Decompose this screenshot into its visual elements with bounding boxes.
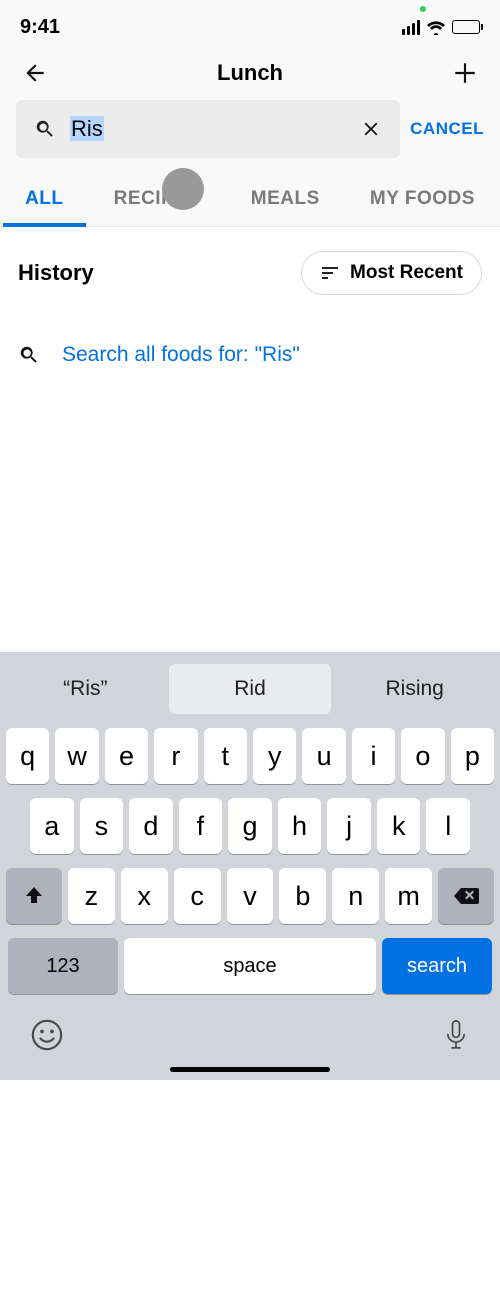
home-indicator[interactable] xyxy=(170,1067,330,1072)
key-i[interactable]: i xyxy=(352,728,395,784)
key-e[interactable]: e xyxy=(105,728,148,784)
wifi-icon xyxy=(426,20,446,35)
key-h[interactable]: h xyxy=(278,798,322,854)
clear-icon[interactable] xyxy=(360,118,382,140)
history-title: History xyxy=(18,260,94,286)
suggestion-bar: “Ris” Rid Rising xyxy=(4,660,496,718)
page-title: Lunch xyxy=(217,60,283,86)
keyboard: “Ris” Rid Rising q w e r t y u i o p a s… xyxy=(0,652,500,1080)
key-row-2: a s d f g h j k l xyxy=(6,798,494,854)
key-row-3: z x c v b n m xyxy=(6,868,494,924)
recording-indicator-dot xyxy=(420,6,426,12)
suggestion-2[interactable]: Rid xyxy=(169,664,332,714)
key-f[interactable]: f xyxy=(179,798,223,854)
key-j[interactable]: j xyxy=(327,798,371,854)
key-x[interactable]: x xyxy=(121,868,168,924)
space-key[interactable]: space xyxy=(124,938,376,994)
emoji-icon[interactable] xyxy=(30,1018,64,1052)
suggestion-1[interactable]: “Ris” xyxy=(4,660,167,718)
search-icon xyxy=(34,118,56,140)
key-a[interactable]: a xyxy=(30,798,74,854)
tabs: ALL RECIPES MEALS MY FOODS xyxy=(0,168,500,227)
battery-icon xyxy=(452,20,480,34)
key-b[interactable]: b xyxy=(279,868,326,924)
backspace-icon xyxy=(452,885,480,907)
key-n[interactable]: n xyxy=(332,868,379,924)
key-l[interactable]: l xyxy=(426,798,470,854)
nav-bar: Lunch xyxy=(0,50,500,100)
key-row-bottom: 123 space search xyxy=(6,938,494,994)
shift-key[interactable] xyxy=(6,868,62,924)
add-icon[interactable] xyxy=(452,60,478,86)
search-all-row[interactable]: Search all foods for: "Ris" xyxy=(18,343,482,367)
sort-icon xyxy=(320,265,340,281)
key-q[interactable]: q xyxy=(6,728,49,784)
mic-icon[interactable] xyxy=(442,1018,470,1052)
sort-label: Most Recent xyxy=(350,262,463,284)
backspace-key[interactable] xyxy=(438,868,494,924)
status-time: 9:41 xyxy=(20,16,60,39)
tab-meals[interactable]: MEALS xyxy=(239,182,332,226)
sort-chip[interactable]: Most Recent xyxy=(301,251,482,295)
shift-icon xyxy=(22,884,46,908)
key-rows: q w e r t y u i o p a s d f g h j k l z xyxy=(4,718,496,994)
key-row-1: q w e r t y u i o p xyxy=(6,728,494,784)
numbers-key[interactable]: 123 xyxy=(8,938,118,994)
key-o[interactable]: o xyxy=(401,728,444,784)
tab-all[interactable]: ALL xyxy=(13,182,75,226)
key-k[interactable]: k xyxy=(377,798,421,854)
key-u[interactable]: u xyxy=(302,728,345,784)
key-t[interactable]: t xyxy=(204,728,247,784)
key-p[interactable]: p xyxy=(451,728,494,784)
status-right xyxy=(402,20,480,35)
key-v[interactable]: v xyxy=(227,868,274,924)
status-bar: 9:41 xyxy=(0,0,500,50)
search-row: Ris CANCEL xyxy=(0,100,500,168)
tab-my-foods[interactable]: MY FOODS xyxy=(358,182,487,226)
key-r[interactable]: r xyxy=(154,728,197,784)
history-row: History Most Recent xyxy=(18,251,482,295)
key-d[interactable]: d xyxy=(129,798,173,854)
key-c[interactable]: c xyxy=(174,868,221,924)
cellular-icon xyxy=(402,20,420,35)
search-input[interactable]: Ris xyxy=(70,116,346,142)
key-y[interactable]: y xyxy=(253,728,296,784)
search-box[interactable]: Ris xyxy=(16,100,400,158)
key-g[interactable]: g xyxy=(228,798,272,854)
search-icon xyxy=(18,344,40,366)
touch-indicator xyxy=(162,168,204,210)
key-s[interactable]: s xyxy=(80,798,124,854)
key-w[interactable]: w xyxy=(55,728,98,784)
back-icon[interactable] xyxy=(22,60,48,86)
search-all-label: Search all foods for: "Ris" xyxy=(62,343,300,367)
key-m[interactable]: m xyxy=(385,868,432,924)
key-z[interactable]: z xyxy=(68,868,115,924)
suggestion-3[interactable]: Rising xyxy=(333,660,496,718)
search-key[interactable]: search xyxy=(382,938,492,994)
cancel-button[interactable]: CANCEL xyxy=(410,119,484,139)
